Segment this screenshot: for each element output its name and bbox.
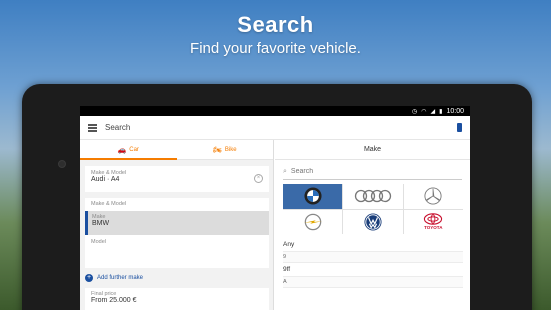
tab-bike[interactable]: 🏍 Bike: [177, 140, 274, 159]
tab-car[interactable]: 🚗 Car: [80, 140, 177, 160]
camera-icon: [58, 160, 66, 168]
make-model-card[interactable]: Make & Model Audi · A4 ×: [85, 166, 269, 192]
app-toolbar: Search: [80, 116, 470, 140]
model-field[interactable]: Model: [85, 235, 269, 249]
promo-subtitle: Find your favorite vehicle.: [190, 40, 361, 57]
brand-item-9ff[interactable]: 9ff: [283, 263, 463, 277]
make-model-card-2: Make & Model Make BMW Model: [85, 198, 269, 268]
audi-logo[interactable]: [343, 184, 403, 209]
mercedes-logo[interactable]: [403, 184, 463, 209]
add-icon: +: [85, 274, 93, 282]
brand-section-9: 9: [283, 252, 463, 263]
bmw-logo[interactable]: [283, 184, 343, 209]
make-search-input[interactable]: [290, 168, 441, 175]
vehicle-tabs: 🚗 Car 🏍 Bike: [80, 140, 273, 160]
make-model-value: Audi · A4: [91, 176, 120, 183]
clear-icon[interactable]: ×: [254, 174, 263, 183]
brand-logo-grid: TOYOTA: [283, 184, 463, 234]
make-pane-title: Make: [275, 140, 470, 160]
add-make-button[interactable]: + Add further make: [85, 274, 143, 282]
signal-icon: ◢: [430, 108, 436, 115]
add-make-label: Add further make: [97, 275, 144, 281]
toyota-wordmark: TOYOTA: [424, 225, 443, 231]
app-screen: ◷ ◠ ◢ ▮ 10:00 Search 🚗 Car 🏍 Bike Make &…: [80, 106, 470, 310]
search-icon: ⌕: [283, 167, 287, 175]
make-model-label-2: Make & Model: [91, 201, 127, 207]
filter-pane: 🚗 Car 🏍 Bike Make & Model Audi · A4 × Ma…: [80, 140, 274, 310]
battery-icon: ▮: [439, 108, 443, 115]
volkswagen-logo[interactable]: [343, 209, 403, 234]
menu-icon[interactable]: [88, 124, 97, 132]
wifi-icon: ◠: [421, 108, 427, 115]
status-bar: ◷ ◠ ◢ ▮ 10:00: [80, 106, 470, 116]
tab-car-label: Car: [129, 146, 139, 153]
make-pane: Make ⌕ Search TOYOTA Any 9 9ff A: [275, 140, 470, 310]
opel-logo[interactable]: [283, 209, 343, 234]
brand-list: Any 9 9ff A: [283, 238, 463, 288]
status-time: 10:00: [446, 107, 464, 115]
make-field[interactable]: Make BMW: [85, 211, 269, 235]
tab-bike-label: Bike: [224, 146, 237, 153]
car-icon: 🚗: [117, 146, 127, 154]
toyota-logo[interactable]: TOYOTA: [403, 209, 463, 234]
toolbar-title: Search: [105, 123, 131, 132]
model-label: Model: [91, 239, 106, 245]
parking-icon[interactable]: [457, 123, 462, 132]
brand-item-any[interactable]: Any: [283, 238, 463, 252]
brand-section-a: A: [283, 277, 463, 288]
promo-title: Search: [237, 12, 314, 37]
bike-icon: 🏍: [212, 146, 222, 154]
make-search: ⌕: [283, 164, 462, 180]
final-price-card[interactable]: Final price From 25.000 €: [85, 288, 269, 310]
make-value: BMW: [92, 220, 110, 227]
final-price-value: From 25.000 €: [91, 297, 137, 304]
alarm-icon: ◷: [412, 108, 418, 115]
